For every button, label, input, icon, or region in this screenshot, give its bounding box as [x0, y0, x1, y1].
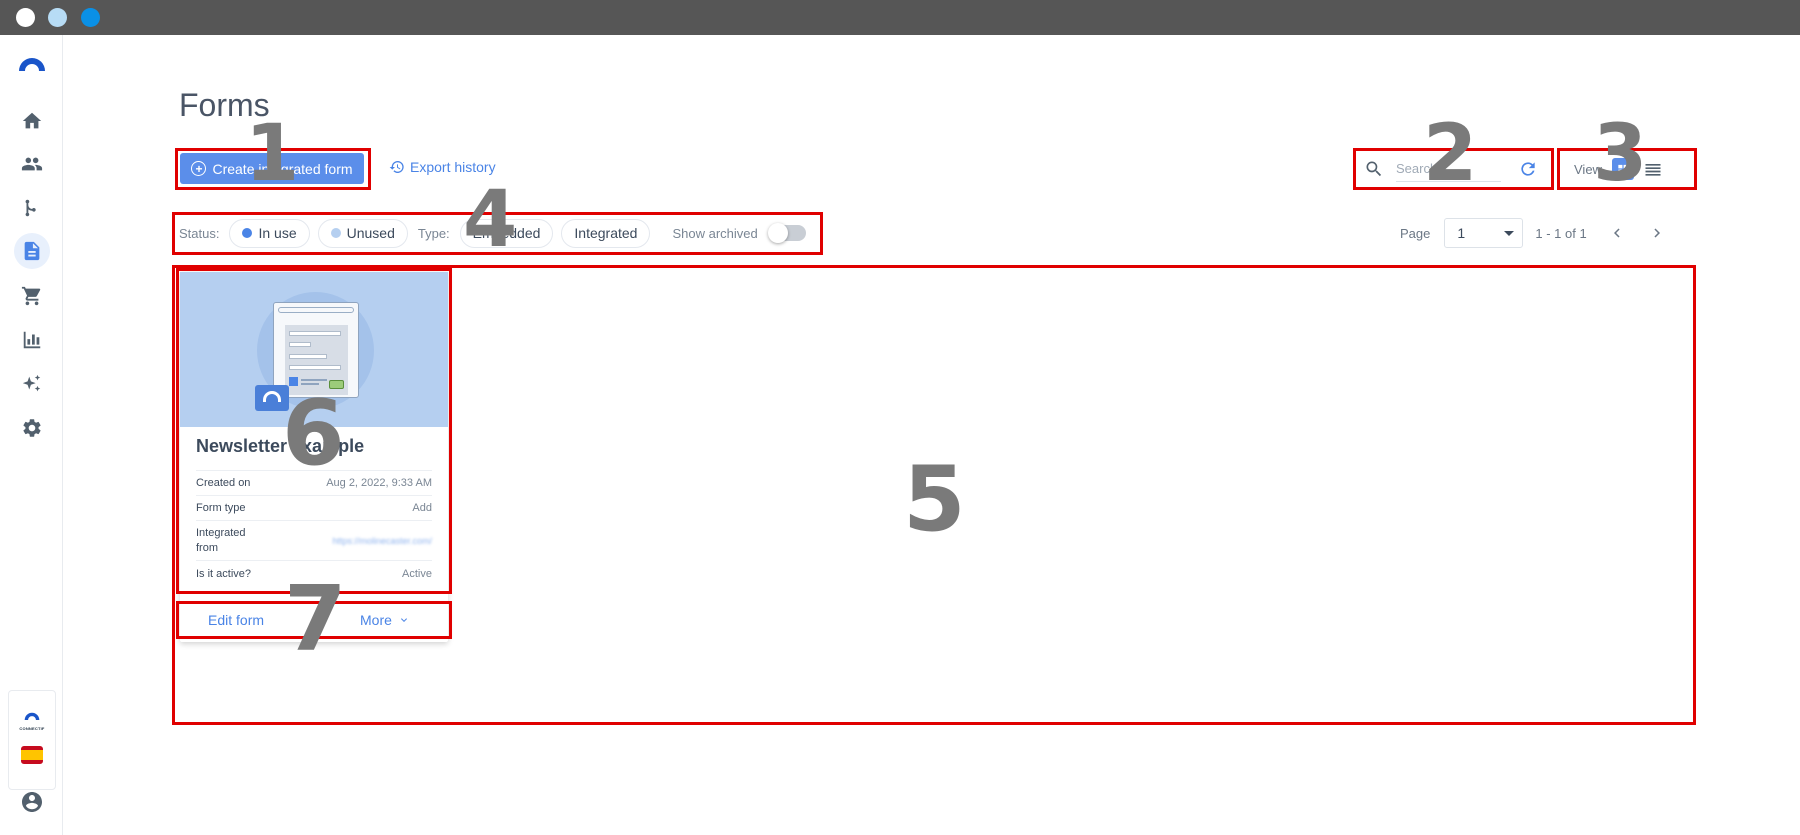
ai-sparkle-icon[interactable]: [18, 370, 46, 398]
chevron-left-icon: [1613, 228, 1620, 238]
connectif-logo-icon[interactable]: [17, 55, 47, 71]
export-history-button[interactable]: Export history: [389, 159, 496, 175]
window-maximize-dot[interactable]: [81, 8, 100, 27]
page-select-value: 1: [1457, 225, 1466, 241]
sidebar: CONNECTIF: [0, 35, 63, 835]
window-minimize-dot[interactable]: [48, 8, 67, 27]
spain-flag-icon[interactable]: [21, 746, 43, 764]
sidebar-account-panel: CONNECTIF: [8, 690, 56, 790]
annotation-number-7: 7: [284, 567, 347, 672]
home-icon[interactable]: [18, 107, 46, 135]
settings-icon[interactable]: [18, 414, 46, 442]
annotation-number-3: 3: [1593, 109, 1648, 199]
user-account-icon[interactable]: [20, 790, 44, 814]
previous-page-button[interactable]: [1607, 223, 1627, 243]
forms-icon[interactable]: [14, 233, 50, 269]
workflow-icon[interactable]: [18, 194, 46, 222]
annotation-number-2: 2: [1423, 109, 1478, 199]
connectif-brand-icon: [24, 712, 40, 720]
window-titlebar: [0, 0, 1800, 35]
annotation-number-4: 4: [463, 175, 518, 265]
annotation-number-6: 6: [282, 381, 345, 486]
analytics-icon[interactable]: [18, 326, 46, 354]
next-page-button[interactable]: [1647, 223, 1667, 243]
window-close-dot[interactable]: [16, 8, 35, 27]
pagination: Page 1 1 - 1 of 1: [1400, 217, 1667, 249]
chevron-down-icon: [1504, 231, 1515, 236]
history-icon: [389, 161, 404, 173]
annotation-number-5: 5: [903, 447, 966, 552]
contacts-icon[interactable]: [18, 150, 46, 178]
chevron-right-icon: [1654, 228, 1660, 238]
connectif-brand-text: CONNECTIF: [19, 726, 45, 731]
page-label: Page: [1400, 225, 1431, 241]
connectif-brand[interactable]: CONNECTIF: [9, 707, 55, 731]
annotation-number-1: 1: [245, 109, 300, 199]
page-select[interactable]: 1: [1444, 218, 1524, 248]
page-range: 1 - 1 of 1: [1535, 225, 1587, 241]
export-history-label: Export history: [410, 159, 496, 175]
cart-icon[interactable]: [18, 282, 46, 310]
